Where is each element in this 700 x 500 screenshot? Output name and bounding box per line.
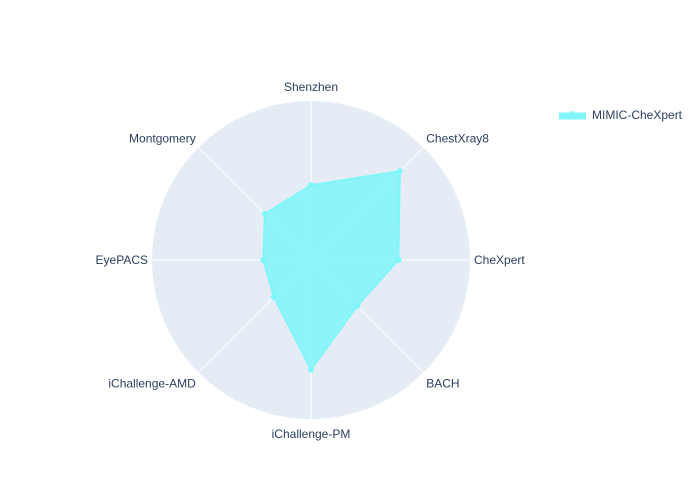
data-point-chexpert[interactable] [395,257,402,263]
data-point-bach[interactable] [354,303,361,310]
data-point-chestxray8[interactable] [396,168,403,175]
tick-label-eyepacs: EyePACS [96,253,148,267]
legend[interactable]: MIMIC-CheXpert [559,108,683,122]
data-point-montgomery[interactable] [261,210,268,217]
legend-swatch-marker [569,111,575,117]
legend-item-mimic-chexpert[interactable]: MIMIC-CheXpert [592,108,683,122]
data-point-ichallenge-amd[interactable] [270,294,277,301]
chart-root: Shenzhen ChestXray8 CheXpert BACH iChallenge… [0,0,700,500]
tick-label-shenzhen: Shenzhen [284,80,338,94]
tick-label-chexpert: CheXpert [474,253,525,267]
radar-chart: Shenzhen ChestXray8 CheXpert BACH iChallenge… [96,80,683,441]
data-point-shenzhen[interactable] [308,182,314,189]
tick-label-ichallenge-amd: iChallenge-AMD [108,376,196,390]
tick-label-ichallenge-pm: iChallenge-PM [272,427,351,441]
data-point-eyepacs[interactable] [260,257,267,263]
tick-label-bach: BACH [426,376,459,390]
tick-label-chestxray8: ChestXray8 [426,132,489,146]
data-point-ichallenge-pm[interactable] [308,366,314,373]
tick-label-montgomery: Montgomery [129,132,196,146]
